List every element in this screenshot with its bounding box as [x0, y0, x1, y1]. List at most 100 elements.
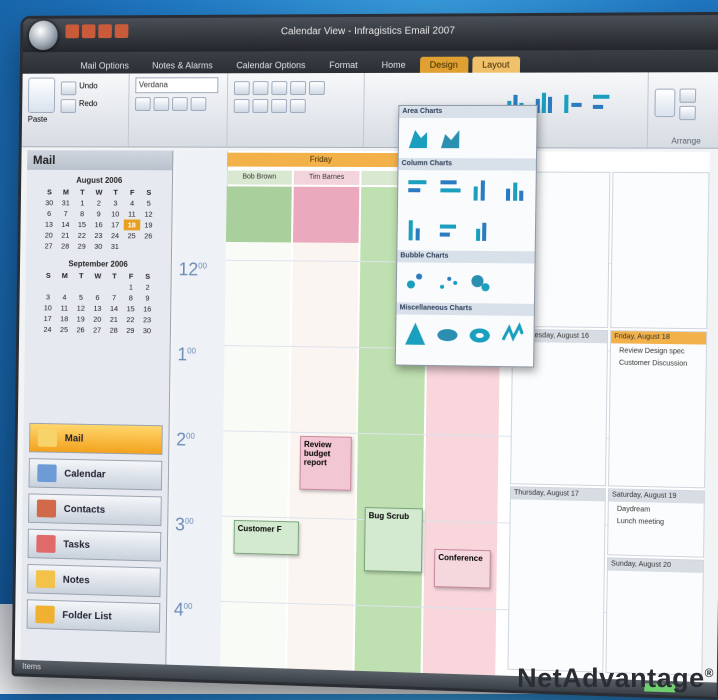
calendar-day[interactable]: 31: [57, 197, 74, 208]
stacked-column-icon[interactable]: [406, 216, 428, 242]
calendar-day[interactable]: 29: [73, 241, 90, 252]
tab-layout[interactable]: Layout: [472, 56, 520, 72]
calendar-day[interactable]: 26: [72, 324, 89, 335]
calendar-day[interactable]: 22: [74, 230, 91, 241]
nav-mail-button[interactable]: Mail: [29, 423, 163, 455]
day-item[interactable]: Lunch meeting: [617, 518, 664, 526]
calendar-day[interactable]: 28: [105, 325, 122, 336]
send-back-icon[interactable]: [679, 106, 696, 120]
calendar-day[interactable]: 14: [106, 303, 123, 314]
calendar-day[interactable]: 10: [107, 209, 124, 220]
calendar-day[interactable]: 13: [89, 303, 106, 314]
calendar-day[interactable]: 8: [122, 292, 139, 303]
area-3d-chart-icon[interactable]: [439, 124, 462, 150]
calendar-day[interactable]: 29: [122, 325, 139, 336]
calendar-day[interactable]: 7: [106, 292, 123, 303]
pyramid-chart-icon[interactable]: [404, 321, 426, 347]
strikethrough-icon[interactable]: [190, 97, 206, 111]
calendar-day[interactable]: 17: [39, 313, 56, 324]
day-item[interactable]: Review Design spec: [619, 347, 685, 355]
calendar-day[interactable]: 17: [107, 219, 124, 230]
calendar-day[interactable]: 11: [56, 303, 73, 314]
calendar-day[interactable]: 3: [40, 292, 57, 303]
calendar-day[interactable]: 2: [90, 198, 107, 209]
underline-icon[interactable]: [172, 97, 188, 111]
resource-column[interactable]: [220, 186, 292, 668]
calendar-day[interactable]: 30: [41, 197, 58, 208]
calendar-day[interactable]: 5: [140, 198, 157, 209]
bar-100-icon[interactable]: [438, 216, 461, 242]
calendar-day[interactable]: 8: [74, 208, 91, 219]
arrange-button[interactable]: [654, 89, 675, 118]
calendar-day[interactable]: 13: [41, 219, 58, 230]
cut-icon[interactable]: [61, 81, 77, 95]
appointment[interactable]: Customer F: [233, 520, 299, 555]
bullets-icon[interactable]: [234, 81, 250, 95]
nav-contacts-button[interactable]: Contacts: [28, 493, 162, 526]
calendar-day[interactable]: 7: [57, 208, 74, 219]
day-cell[interactable]: Thursday, August 17: [507, 486, 605, 673]
day-item[interactable]: Daydream: [617, 506, 650, 514]
nav-tasks-button[interactable]: Tasks: [28, 529, 162, 562]
calendar-day[interactable]: 4: [124, 198, 141, 209]
calendar-day[interactable]: 23: [139, 314, 156, 325]
bring-front-icon[interactable]: [679, 89, 696, 103]
calendar-day[interactable]: 30: [90, 241, 107, 252]
calendar-day[interactable]: 16: [90, 219, 107, 230]
calendar-day[interactable]: 24: [39, 324, 56, 335]
calendar-day[interactable]: 27: [89, 325, 106, 336]
resource-header[interactable]: Tim Barnes: [294, 171, 360, 185]
calendar-day[interactable]: 19: [72, 314, 89, 325]
calendar-day[interactable]: 18: [123, 219, 140, 230]
calendar-day[interactable]: 10: [40, 302, 57, 313]
italic-icon[interactable]: [153, 97, 169, 111]
tab-home[interactable]: Home: [371, 57, 415, 73]
radar-chart-icon[interactable]: [501, 322, 524, 349]
day-cell[interactable]: Sunday, August 20: [605, 557, 704, 676]
calendar-day[interactable]: 25: [123, 230, 140, 241]
calendar-day[interactable]: 3: [107, 198, 124, 209]
calendar-day[interactable]: 21: [105, 314, 122, 325]
day-cell[interactable]: [610, 172, 709, 329]
appointment[interactable]: Bug Scrub: [364, 507, 423, 573]
calendar-day[interactable]: 4: [56, 292, 73, 303]
appointment[interactable]: Conference: [434, 549, 491, 589]
doughnut-chart-icon[interactable]: [468, 321, 491, 347]
column-chart-icon[interactable]: [470, 176, 493, 202]
mixed-chart-icon[interactable]: [562, 91, 585, 113]
nav-notes-button[interactable]: Notes: [27, 564, 161, 597]
calendar-day[interactable]: 9: [90, 208, 107, 219]
bubble-3d-chart-icon[interactable]: [469, 269, 492, 295]
calendar-day[interactable]: 1: [123, 282, 140, 293]
calendar-day[interactable]: 5: [73, 292, 90, 303]
resource-column[interactable]: [287, 187, 359, 671]
font-combo[interactable]: Verdana: [135, 77, 218, 93]
calendar-day[interactable]: 2: [139, 282, 156, 293]
numbering-icon[interactable]: [253, 81, 269, 95]
calendar-day[interactable]: 15: [122, 303, 139, 314]
tab-format[interactable]: Format: [319, 57, 368, 73]
calendar-day[interactable]: 27: [40, 241, 57, 252]
bold-icon[interactable]: [135, 97, 151, 111]
calendar-day[interactable]: 11: [124, 209, 141, 220]
calendar-day[interactable]: 12: [140, 209, 157, 220]
paste-button[interactable]: [28, 78, 55, 113]
bar-chart-icon[interactable]: [406, 176, 428, 202]
outdent-icon[interactable]: [290, 81, 306, 95]
calendar-day[interactable]: 20: [89, 314, 106, 325]
appointment[interactable]: Review budget report: [299, 436, 351, 491]
calendar-day[interactable]: 24: [107, 230, 124, 241]
resource-header[interactable]: Bob Brown: [227, 171, 292, 185]
calendar-day[interactable]: 6: [89, 292, 106, 303]
nav-calendar-button[interactable]: Calendar: [29, 458, 163, 490]
calendar-day[interactable]: 28: [57, 241, 74, 252]
calendar-day[interactable]: 23: [90, 230, 107, 241]
day-cell[interactable]: Friday, August 18 Review Design spec Cus…: [608, 330, 707, 488]
justify-icon[interactable]: [290, 99, 306, 113]
calendar-day[interactable]: 6: [41, 208, 58, 219]
stacked-bar-icon[interactable]: [438, 176, 461, 202]
tab-mail-options[interactable]: Mail Options: [71, 58, 139, 74]
undo-label[interactable]: Undo: [79, 81, 98, 95]
calendar-day[interactable]: 25: [56, 324, 73, 335]
area-chart-icon[interactable]: [407, 124, 429, 150]
